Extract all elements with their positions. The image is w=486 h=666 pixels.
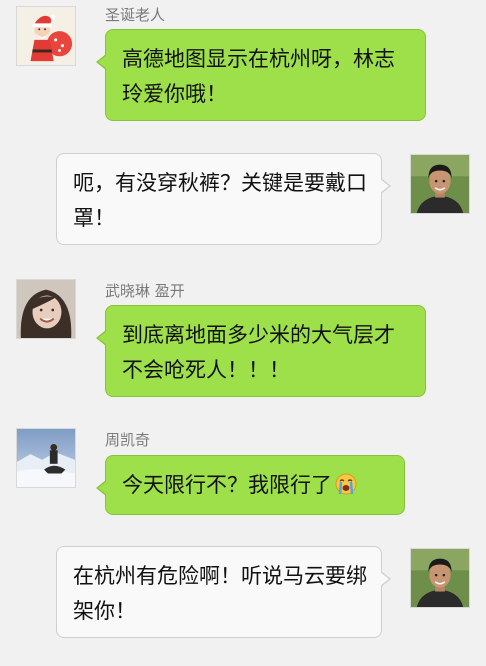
sender-name: 武晓琳 盈开: [105, 282, 185, 300]
message-bubble[interactable]: 高德地图显示在杭州呀，林志玲爱你哦！: [96, 29, 426, 121]
self-avatar[interactable]: [410, 154, 470, 214]
sender-name: 圣诞老人: [105, 6, 166, 24]
santa-avatar[interactable]: [16, 6, 76, 66]
santa-icon: [17, 7, 75, 65]
snow-landscape-icon: [17, 429, 75, 487]
man-portrait-icon: [411, 549, 469, 607]
message-text: 今天限行不？我限行了: [122, 473, 332, 497]
chat-area: 圣诞老人 高德地图显示在杭州呀，林志玲爱你哦！ 呃，有没穿秋裤？关键是要戴口罩！: [0, 0, 486, 666]
girl-avatar[interactable]: [16, 279, 76, 339]
message-text: 在杭州有危险啊！听说马云要绑架你！: [73, 564, 367, 623]
man-portrait-icon: [411, 155, 469, 213]
message-bubble[interactable]: 到底离地面多少米的大气层才不会呛死人！！！: [96, 305, 426, 397]
message-text: 高德地图显示在杭州呀，林志玲爱你哦！: [122, 47, 395, 106]
message-bubble[interactable]: 今天限行不？我限行了: [96, 455, 405, 515]
self-avatar[interactable]: [410, 548, 470, 608]
message-text: 到底离地面多少米的大气层才不会呛死人！！！: [122, 323, 395, 382]
sender-name: 周凯奇: [105, 431, 151, 449]
message-bubble[interactable]: 在杭州有危险啊！听说马云要绑架你！: [56, 546, 391, 638]
girl-portrait-icon: [17, 280, 75, 338]
message-bubble[interactable]: 呃，有没穿秋裤？关键是要戴口罩！: [56, 153, 391, 245]
crying-face-icon: [334, 472, 358, 496]
message-text: 呃，有没穿秋裤？关键是要戴口罩！: [73, 171, 367, 230]
snow-landscape-avatar[interactable]: [16, 428, 76, 488]
